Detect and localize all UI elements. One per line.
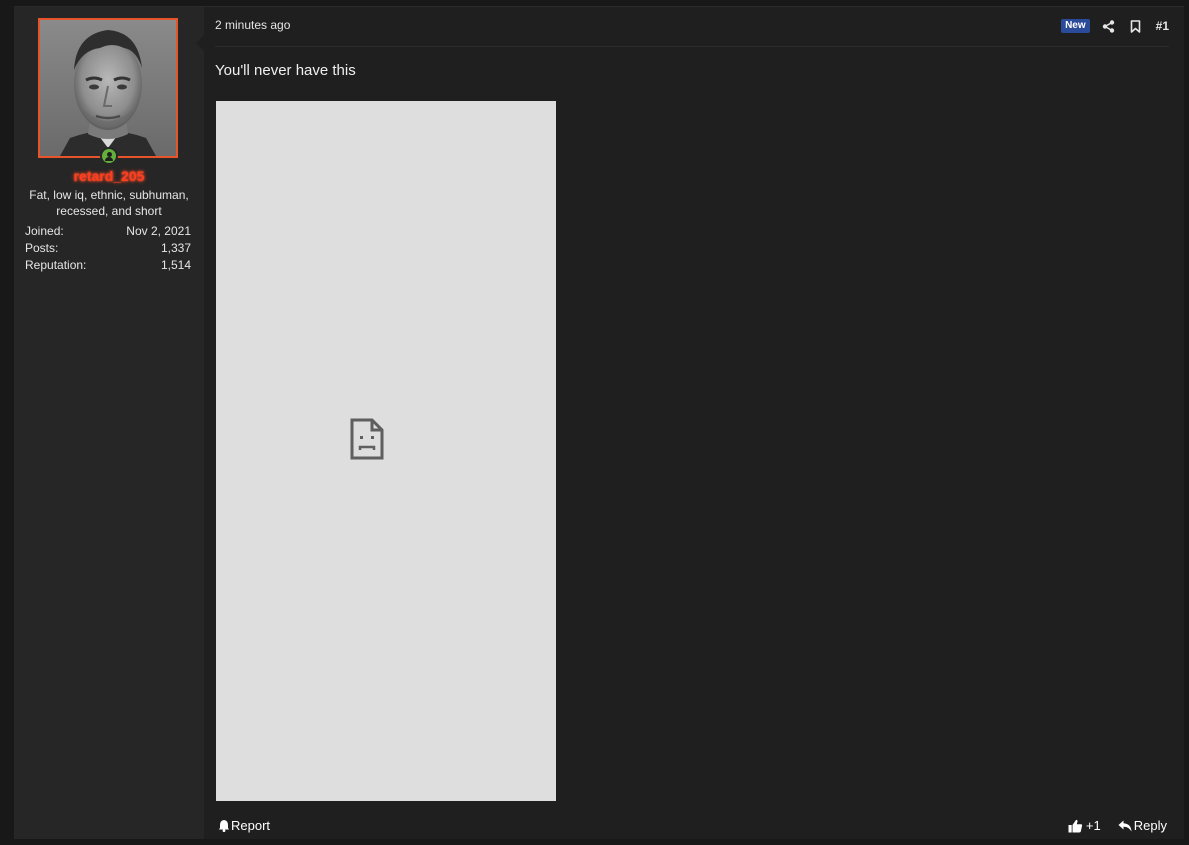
reply-button[interactable]: Reply — [1118, 818, 1167, 833]
forum-post: retard_205 Fat, low iq, ethnic, subhuman… — [14, 6, 1184, 839]
stat-value: 1,514 — [160, 258, 191, 272]
post-header-actions: New #1 — [1061, 17, 1169, 35]
stat-label: Joined: — [25, 224, 64, 238]
avatar-image — [40, 20, 176, 156]
user-online-icon — [100, 147, 118, 165]
post-timestamp[interactable]: 2 minutes ago — [215, 18, 290, 32]
user-sidebar: retard_205 Fat, low iq, ethnic, subhuman… — [14, 7, 204, 839]
username-link[interactable]: retard_205 — [14, 168, 204, 184]
stat-label: Reputation: — [25, 258, 87, 272]
reply-icon — [1118, 820, 1132, 831]
stat-label: Posts: — [25, 241, 59, 255]
post-arrow — [196, 35, 204, 51]
post-image[interactable] — [216, 101, 556, 801]
bell-icon — [218, 820, 230, 832]
post-footer: Report +1 Reply — [215, 815, 1169, 837]
broken-image-icon — [350, 418, 384, 460]
like-button[interactable]: +1 — [1068, 818, 1101, 833]
stat-posts: Posts: 1,337 — [25, 240, 191, 257]
reply-label: Reply — [1133, 818, 1167, 833]
stat-joined: Joined: Nov 2, 2021 — [25, 223, 191, 240]
post-main: 2 minutes ago New #1 You'll never have t… — [215, 7, 1169, 839]
bookmark-icon[interactable] — [1129, 19, 1143, 33]
stat-value: 1,337 — [160, 241, 191, 255]
report-label: Report — [231, 818, 271, 833]
post-number-link[interactable]: #1 — [1156, 19, 1169, 33]
avatar[interactable] — [38, 18, 178, 158]
post-message-text: You'll never have this — [215, 62, 356, 79]
post-header: 2 minutes ago New #1 — [215, 7, 1169, 47]
report-button[interactable]: Report — [218, 818, 270, 833]
like-count: +1 — [1085, 818, 1101, 833]
new-badge: New — [1061, 19, 1090, 33]
user-title: Fat, low iq, ethnic, subhuman, recessed,… — [29, 188, 189, 218]
stat-value: Nov 2, 2021 — [126, 224, 191, 238]
post-footer-actions: +1 Reply — [1068, 818, 1167, 833]
thumbs-up-icon — [1068, 819, 1083, 832]
user-stats: Joined: Nov 2, 2021 Posts: 1,337 Reputat… — [25, 223, 191, 274]
stat-reputation: Reputation: 1,514 — [25, 257, 191, 274]
share-icon[interactable] — [1102, 19, 1116, 33]
